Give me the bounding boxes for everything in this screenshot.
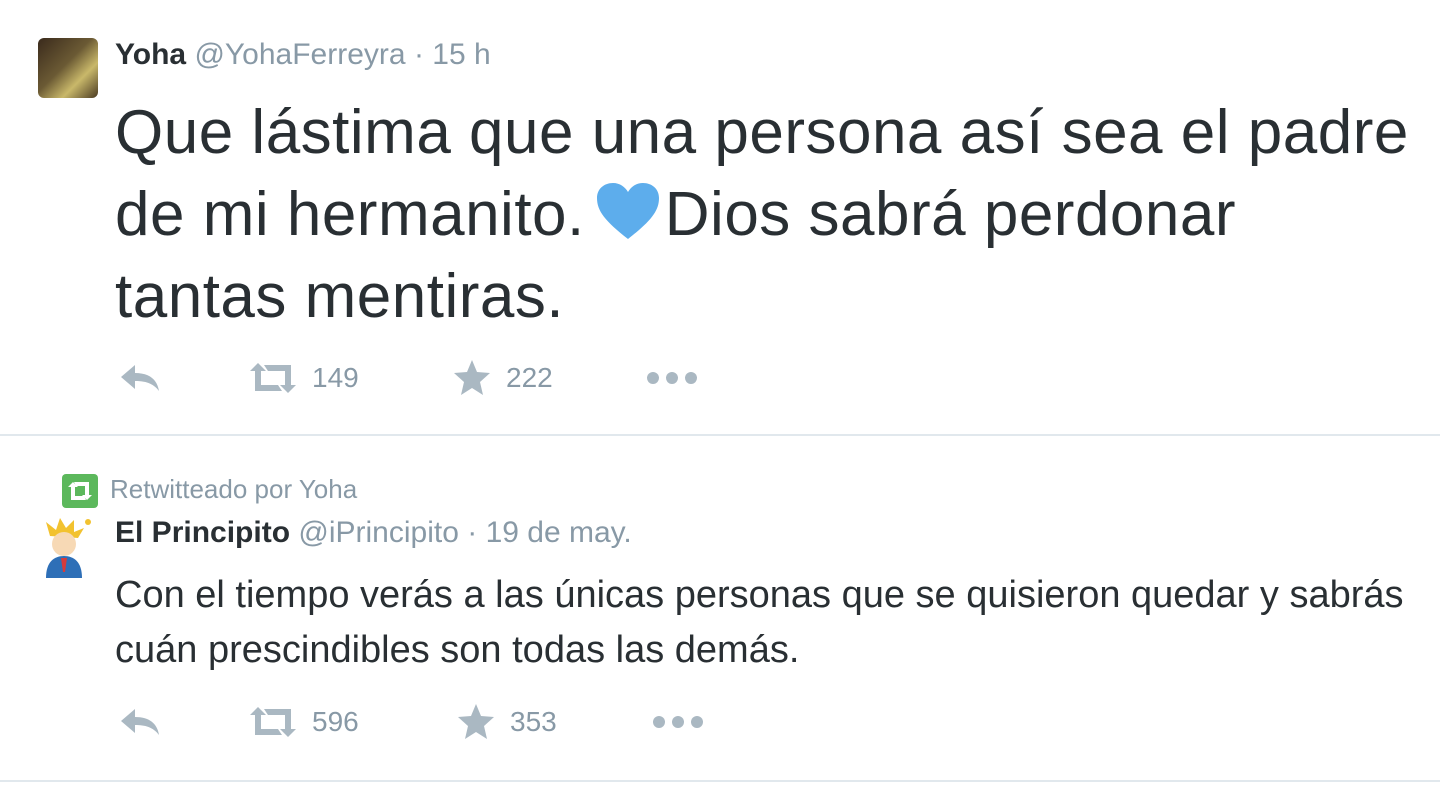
more-icon <box>653 716 703 728</box>
tweet-actions: 596 353 <box>118 700 818 744</box>
reply-icon <box>121 709 159 735</box>
blue-heart-icon <box>596 183 659 239</box>
favorite-button[interactable]: 353 <box>456 700 557 744</box>
username[interactable]: @iPrincipito <box>298 516 459 549</box>
retweet-icon <box>250 363 296 393</box>
avatar[interactable] <box>40 516 94 578</box>
retweet-count: 596 <box>312 706 359 737</box>
username[interactable]: @YohaFerreyra <box>194 38 405 71</box>
favorite-count: 222 <box>506 362 553 393</box>
fullname[interactable]: El Principito <box>115 516 290 549</box>
avatar[interactable] <box>38 38 98 98</box>
more-icon <box>647 372 697 384</box>
retweet-count: 149 <box>312 362 359 393</box>
retweet-icon <box>250 707 296 737</box>
timestamp[interactable]: 15 h <box>432 38 490 71</box>
retweet-button[interactable]: 149 <box>248 356 359 400</box>
retweet-context-label[interactable]: Retwitteado por Yoha <box>110 474 357 504</box>
reply-button[interactable] <box>118 356 162 400</box>
tweet-actions: 149 222 <box>118 356 818 400</box>
favorite-button[interactable]: 222 <box>452 356 553 400</box>
timeline: Yoha @YohaFerreyra · 15 h Que lástima qu… <box>0 0 1440 810</box>
favorite-count: 353 <box>510 706 557 737</box>
tweet[interactable]: Yoha @YohaFerreyra · 15 h Que lástima qu… <box>0 0 1440 436</box>
separator: · <box>413 38 424 71</box>
separator: · <box>467 516 478 549</box>
reply-icon <box>121 365 159 391</box>
more-button[interactable] <box>652 700 704 744</box>
star-icon <box>458 704 494 739</box>
retweet-button[interactable]: 596 <box>248 700 359 744</box>
tweet-text: Que lástima que una persona así sea el p… <box>115 92 1415 338</box>
fullname[interactable]: Yoha <box>115 38 186 71</box>
retweet-context-icon <box>62 474 98 509</box>
tweet-text: Con el tiempo verás a las únicas persona… <box>115 574 1404 671</box>
tweet-header: El Principito @iPrincipito · 19 de may. <box>115 518 632 548</box>
timestamp[interactable]: 19 de may. <box>486 516 632 549</box>
star-icon <box>454 360 490 395</box>
reply-button[interactable] <box>118 700 162 744</box>
retweet-context: Retwitteado por Yoha <box>62 472 357 509</box>
tweet-header: Yoha @YohaFerreyra · 15 h <box>115 40 491 70</box>
more-button[interactable] <box>646 356 698 400</box>
